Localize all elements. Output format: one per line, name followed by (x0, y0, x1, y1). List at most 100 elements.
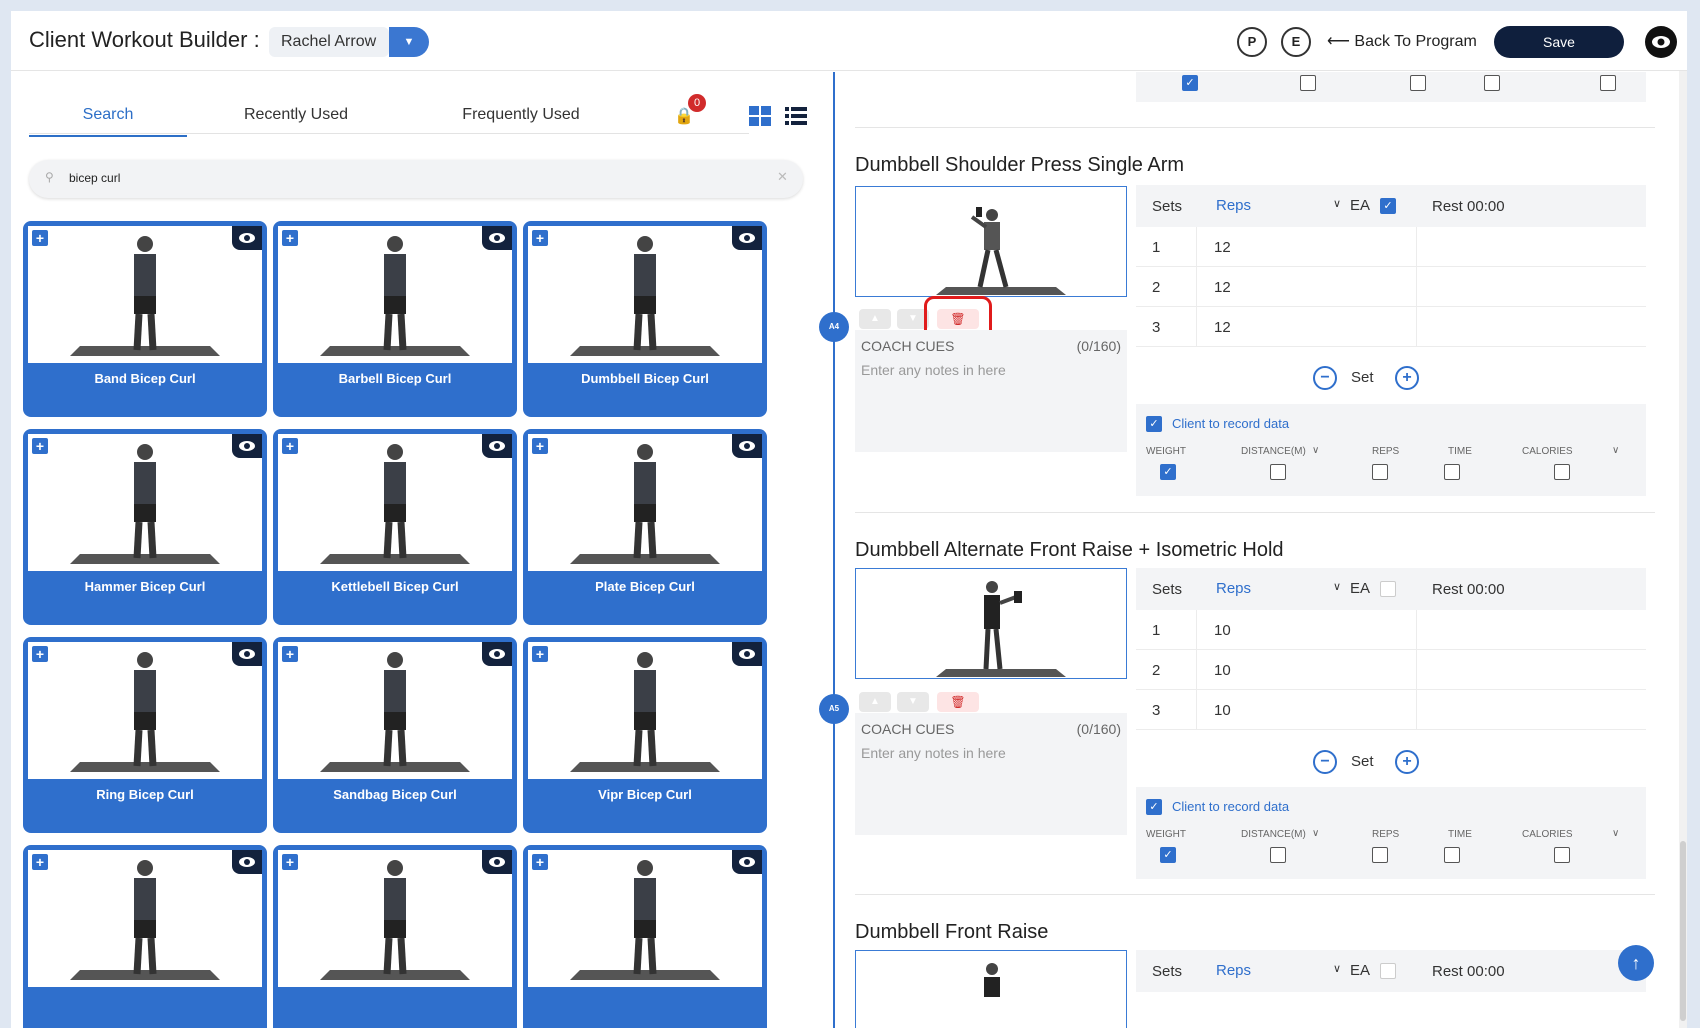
list-view-icon[interactable] (785, 106, 807, 126)
distance-checkbox[interactable] (1270, 847, 1286, 863)
delete-button[interactable]: 🗑 (937, 692, 979, 712)
add-icon[interactable]: + (532, 854, 548, 870)
calories-checkbox[interactable] (1554, 464, 1570, 480)
ea-checkbox[interactable]: ✓ (1380, 198, 1396, 214)
eye-icon[interactable] (482, 434, 512, 458)
add-icon[interactable]: + (32, 438, 48, 454)
set-row[interactable]: 2 12 (1136, 267, 1646, 307)
time-checkbox-prev[interactable] (1484, 75, 1500, 91)
exercise-card[interactable]: + Band Bicep Curl (23, 221, 267, 417)
rest-field[interactable]: Rest 00:00 (1432, 963, 1505, 980)
set-row[interactable]: 3 10 (1136, 690, 1646, 730)
clear-icon[interactable]: ✕ (777, 169, 788, 185)
distance-checkbox-prev[interactable] (1300, 75, 1316, 91)
program-history-icon[interactable]: P (1237, 27, 1267, 57)
client-record-checkbox[interactable]: ✓ (1146, 416, 1162, 432)
reps-checkbox-prev[interactable] (1410, 75, 1426, 91)
eye-icon[interactable] (732, 226, 762, 250)
reps-dropdown[interactable]: Reps (1216, 962, 1251, 979)
move-up-button[interactable]: ▲ (859, 309, 891, 329)
add-icon[interactable]: + (532, 438, 548, 454)
add-icon[interactable]: + (532, 230, 548, 246)
add-icon[interactable]: + (32, 646, 48, 662)
reps-checkbox[interactable] (1372, 847, 1388, 863)
tab-recently-used[interactable]: Recently Used (211, 106, 381, 124)
back-to-program-link[interactable]: ⟵ Back To Program (1327, 31, 1477, 51)
exercise-card[interactable]: + Hammer Bicep Curl (23, 429, 267, 625)
exercise-card[interactable]: + Sandbag Bicep Curl (273, 637, 517, 833)
client-select[interactable]: Rachel Arrow (269, 27, 389, 57)
exercise-card[interactable]: + Kettlebell Bicep Curl (273, 429, 517, 625)
eye-icon[interactable] (482, 642, 512, 666)
reps-dropdown[interactable]: Reps (1216, 197, 1251, 214)
set-row[interactable]: 2 10 (1136, 650, 1646, 690)
tab-frequently-used[interactable]: Frequently Used (411, 106, 631, 124)
add-icon[interactable]: + (282, 854, 298, 870)
remove-set-button[interactable]: − (1313, 366, 1337, 390)
add-icon[interactable]: + (282, 438, 298, 454)
scrollbar-thumb[interactable] (1680, 841, 1686, 1021)
exercise-card[interactable]: + Vipr Bicep Curl (523, 637, 767, 833)
time-checkbox[interactable] (1444, 464, 1460, 480)
preview-eye-icon[interactable] (1645, 26, 1677, 58)
set-row[interactable]: 1 12 (1136, 227, 1646, 267)
ea-checkbox[interactable] (1380, 581, 1396, 597)
exercise-card[interactable]: + (523, 845, 767, 1028)
eye-icon[interactable] (732, 642, 762, 666)
time-checkbox[interactable] (1444, 847, 1460, 863)
calories-checkbox-prev[interactable] (1600, 75, 1616, 91)
rep-value[interactable]: 12 (1214, 319, 1231, 336)
add-icon[interactable]: + (532, 646, 548, 662)
rest-field[interactable]: Rest 00:00 (1432, 198, 1505, 215)
rep-value[interactable]: 12 (1214, 239, 1231, 256)
chevron-down-icon[interactable]: ∨ (1312, 828, 1319, 839)
chevron-down-icon[interactable]: ∨ (1612, 445, 1619, 456)
remove-set-button[interactable]: − (1313, 750, 1337, 774)
reps-dropdown[interactable]: Reps (1216, 580, 1251, 597)
chevron-down-icon[interactable]: ∨ (1312, 445, 1319, 456)
distance-checkbox[interactable] (1270, 464, 1286, 480)
eye-icon[interactable] (232, 226, 262, 250)
reps-checkbox[interactable] (1372, 464, 1388, 480)
scroll-to-top-button[interactable]: ↑ (1618, 945, 1654, 981)
exercise-card[interactable]: + Plate Bicep Curl (523, 429, 767, 625)
rest-field[interactable]: Rest 00:00 (1432, 581, 1505, 598)
eye-icon[interactable] (232, 642, 262, 666)
rep-value[interactable]: 10 (1214, 702, 1231, 719)
eye-icon[interactable] (732, 434, 762, 458)
eye-icon[interactable] (232, 434, 262, 458)
client-record-checkbox[interactable]: ✓ (1146, 799, 1162, 815)
add-set-button[interactable]: + (1395, 750, 1419, 774)
exercise-card[interactable]: + Barbell Bicep Curl (273, 221, 517, 417)
exercise-card[interactable]: + Ring Bicep Curl (23, 637, 267, 833)
eye-icon[interactable] (232, 850, 262, 874)
chevron-down-icon[interactable]: ∨ (1333, 580, 1341, 593)
eye-icon[interactable] (732, 850, 762, 874)
eye-icon[interactable] (482, 226, 512, 250)
move-up-button[interactable]: ▲ (859, 692, 891, 712)
chevron-down-icon[interactable]: ∨ (1333, 197, 1341, 210)
weight-checkbox-prev[interactable]: ✓ (1182, 75, 1198, 91)
chevron-down-icon[interactable]: ∨ (1612, 828, 1619, 839)
rep-value[interactable]: 10 (1214, 662, 1231, 679)
add-icon[interactable]: + (32, 230, 48, 246)
add-icon[interactable]: + (32, 854, 48, 870)
weight-checkbox[interactable]: ✓ (1160, 847, 1176, 863)
search-input[interactable]: ⚲ bicep curl ✕ (29, 160, 803, 198)
add-set-button[interactable]: + (1395, 366, 1419, 390)
add-icon[interactable]: + (282, 646, 298, 662)
coach-cues-field[interactable]: COACH CUES (0/160) Enter any notes in he… (855, 330, 1127, 452)
rep-value[interactable]: 12 (1214, 279, 1231, 296)
chevron-down-icon[interactable]: ∨ (1333, 962, 1341, 975)
rep-value[interactable]: 10 (1214, 622, 1231, 639)
exercise-card[interactable]: + (273, 845, 517, 1028)
set-row[interactable]: 1 10 (1136, 610, 1646, 650)
add-icon[interactable]: + (282, 230, 298, 246)
weight-checkbox[interactable]: ✓ (1160, 464, 1176, 480)
set-row[interactable]: 3 12 (1136, 307, 1646, 347)
exercise-card[interactable]: + Dumbbell Bicep Curl (523, 221, 767, 417)
grid-view-icon[interactable] (749, 106, 771, 126)
eye-icon[interactable] (482, 850, 512, 874)
ea-checkbox[interactable] (1380, 963, 1396, 979)
move-down-button[interactable]: ▼ (897, 692, 929, 712)
